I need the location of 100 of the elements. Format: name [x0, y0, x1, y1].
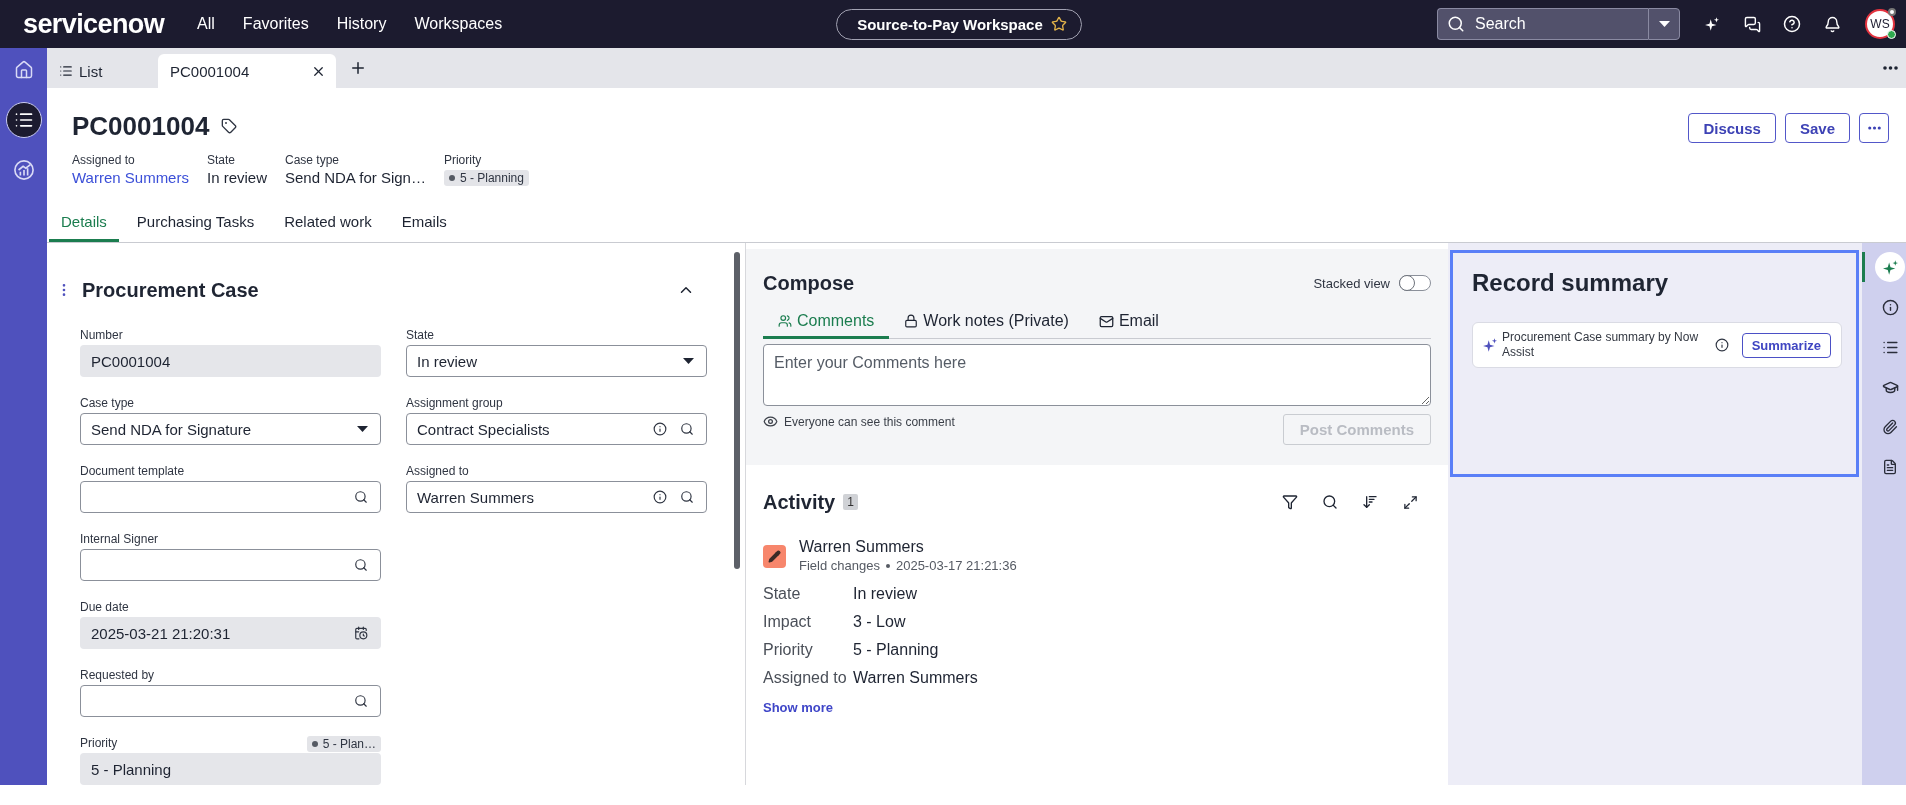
field-label: Priority	[80, 736, 118, 750]
search-field[interactable]: Search	[1437, 8, 1648, 40]
nav-menu-item[interactable]: All	[197, 15, 215, 33]
more-icon	[1882, 66, 1898, 70]
dot-icon	[448, 175, 455, 181]
field-label: Assigned to	[406, 464, 469, 478]
ring-icon	[1888, 8, 1896, 16]
search-icon[interactable]	[354, 558, 368, 572]
workspace-tab[interactable]: PC0001004	[158, 54, 336, 88]
chat-bubbles-icon	[1743, 15, 1761, 33]
user-avatar[interactable]: WS	[1865, 9, 1895, 39]
dot-icon	[311, 741, 318, 747]
field-label: Document template	[80, 464, 185, 478]
change-value: In review	[853, 584, 919, 604]
separator-dot-icon	[885, 564, 890, 568]
sparkle-icon	[1882, 259, 1898, 275]
expand-icon	[1402, 494, 1418, 510]
people-icon	[778, 314, 792, 328]
info-icon[interactable]	[653, 422, 667, 436]
read-only-field: 5 - Planning	[80, 753, 381, 785]
paperclip-icon	[1882, 419, 1898, 435]
search-icon[interactable]	[354, 490, 368, 504]
calendar-icon[interactable]	[354, 626, 368, 640]
field-label: Case type	[80, 396, 135, 410]
field-label: Case type	[285, 152, 340, 168]
show-more-link[interactable]: Show more	[763, 700, 834, 715]
field-value: Send NDA for Sign…	[285, 168, 426, 188]
dropdown[interactable]: Send NDA for Signature	[80, 413, 381, 445]
compose-tab[interactable]: Email	[1083, 304, 1174, 339]
help-icon	[1783, 15, 1801, 33]
change-value: Warren Summers	[853, 668, 978, 688]
search-scope-dropdown[interactable]	[1648, 8, 1680, 40]
record-tab[interactable]: Related work	[272, 200, 384, 242]
search-icon	[1322, 494, 1338, 510]
nav-menu-item[interactable]: Workspaces	[414, 15, 503, 33]
scrollbar[interactable]	[734, 252, 740, 569]
card-text: Procurement Case summary by Now Assist	[1502, 330, 1700, 360]
record-tab[interactable]: Details	[49, 200, 119, 242]
sidebar-item[interactable]	[5, 102, 42, 138]
dropdown[interactable]: In review	[406, 345, 707, 377]
caret-icon	[357, 426, 368, 432]
pencil-icon	[763, 545, 786, 568]
lookup-field[interactable]: Warren Summers	[406, 481, 707, 513]
utility-tab[interactable]	[1862, 252, 1906, 282]
more-button[interactable]	[1859, 113, 1889, 143]
search-icon[interactable]	[680, 490, 694, 504]
compose-tab[interactable]: Work notes (Private)	[889, 304, 1084, 339]
bell-icon	[1823, 15, 1841, 33]
badge-text: 5 - Plan…	[322, 737, 376, 751]
comment-field[interactable]: Enter your Comments here	[763, 344, 1431, 406]
eye-icon	[763, 414, 778, 429]
search-icon[interactable]	[354, 694, 368, 708]
filter-icon	[1282, 494, 1298, 510]
record-title: PC0001004	[72, 110, 210, 142]
home-icon	[13, 60, 34, 80]
change-field-label: State	[763, 584, 802, 604]
info-icon	[1881, 298, 1899, 316]
tag-icon[interactable]	[221, 118, 238, 134]
record-tab[interactable]: Purchasing Tasks	[124, 200, 267, 242]
badge-text: 5 - Planning	[459, 171, 524, 185]
lookup-field[interactable]	[80, 549, 381, 581]
toggle-switch[interactable]	[1399, 275, 1431, 291]
change-field-label: Assigned to	[763, 668, 848, 688]
nav-menu-item[interactable]: History	[336, 15, 387, 33]
lookup-field[interactable]	[80, 481, 381, 513]
field-label: State	[406, 328, 435, 342]
star-icon[interactable]	[1050, 16, 1067, 32]
field-label: Assignment group	[406, 396, 503, 410]
panel-title: Record summary	[1472, 268, 1670, 298]
workspace-tab[interactable]: List	[47, 54, 158, 88]
change-value: 3 - Low	[853, 612, 907, 632]
section-title: Compose	[763, 271, 855, 295]
record-tab[interactable]: Emails	[389, 200, 459, 242]
compose-tab[interactable]: Comments	[763, 304, 890, 339]
plus-icon	[349, 59, 367, 77]
info-icon[interactable]	[653, 490, 667, 504]
more-icon	[1867, 126, 1881, 130]
mail-icon	[1098, 313, 1114, 329]
read-only-field: PC0001004	[80, 345, 381, 377]
summarize-button[interactable]: Summarize	[1741, 332, 1831, 358]
list-icon	[13, 110, 34, 130]
field-label: Requested by	[80, 668, 155, 682]
field-label: State	[206, 152, 235, 168]
section-title: Activity	[763, 490, 836, 514]
action-button[interactable]: Discuss	[1688, 113, 1776, 143]
field-label: Assigned to	[72, 152, 135, 168]
field-label: Priority	[443, 152, 482, 168]
logo[interactable]: servicenow	[23, 8, 165, 40]
entry-author: Warren Summers	[799, 537, 925, 557]
count-badge: 1	[843, 494, 858, 510]
sparkle-icon	[1483, 338, 1497, 352]
sort-icon	[1362, 494, 1378, 510]
entry-type: Field changes	[799, 557, 880, 575]
action-button[interactable]: Save	[1784, 113, 1850, 143]
info-icon[interactable]	[1714, 338, 1729, 352]
assignee-link[interactable]: Warren Summers	[72, 168, 189, 188]
search-icon[interactable]	[680, 422, 694, 436]
lookup-field[interactable]	[80, 685, 381, 717]
nav-menu-item[interactable]: Favorites	[242, 15, 309, 33]
lookup-field[interactable]: Contract Specialists	[406, 413, 707, 445]
